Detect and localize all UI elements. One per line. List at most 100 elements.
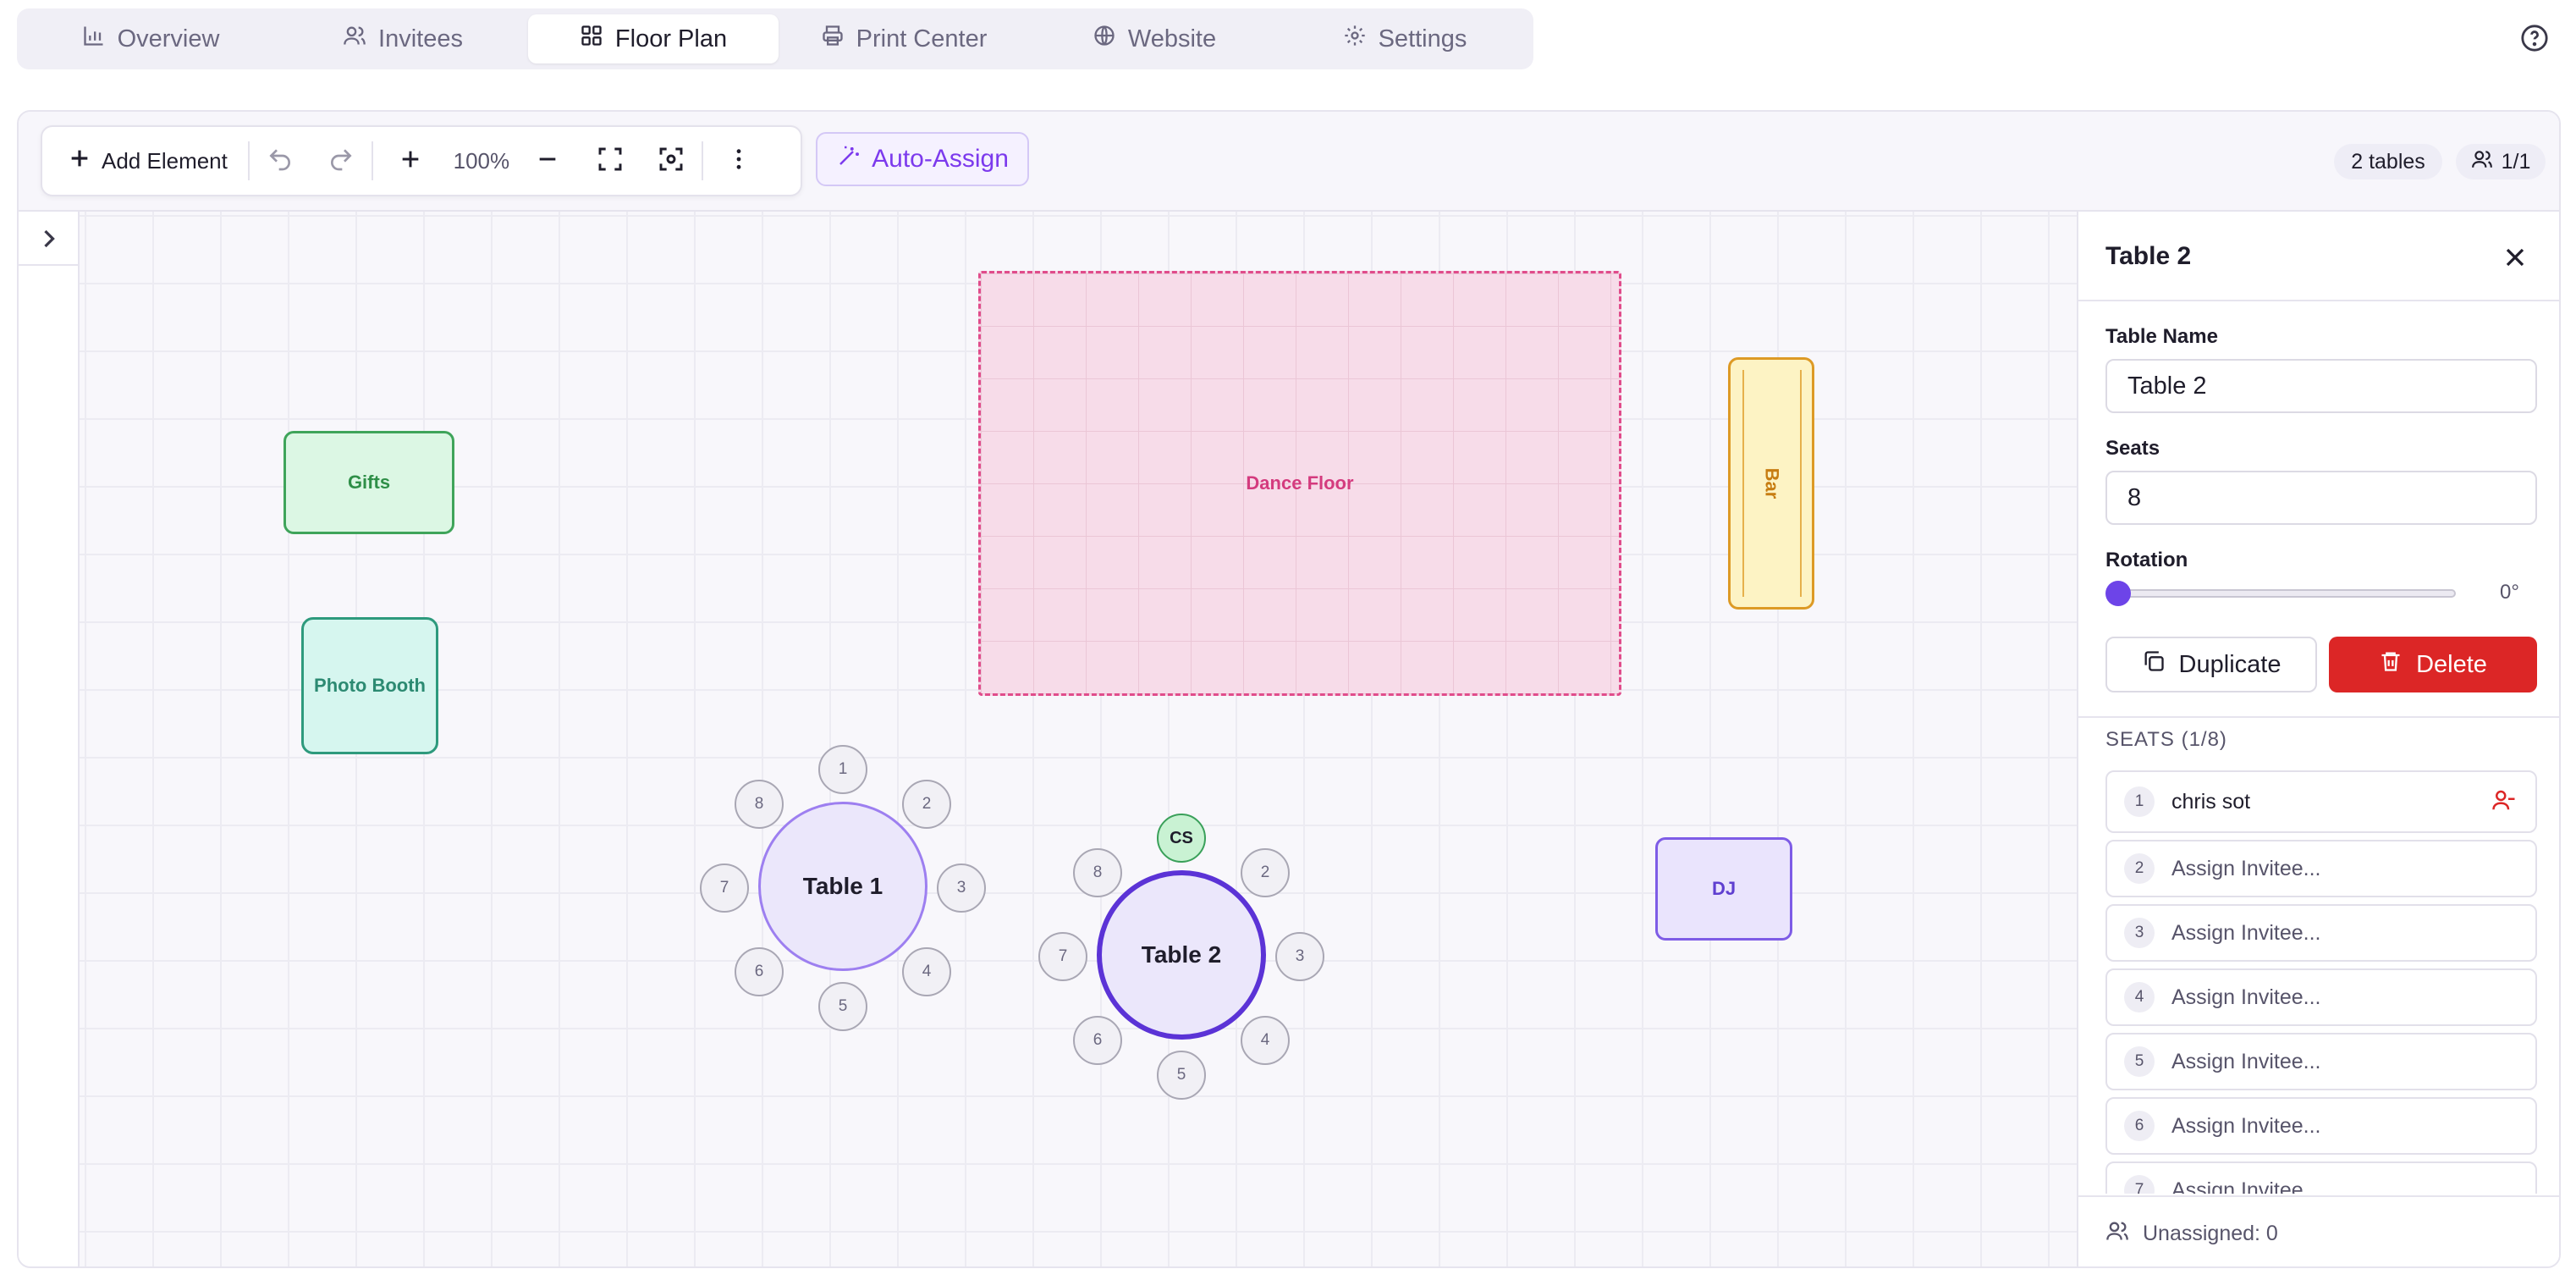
floor-plan-canvas[interactable]: Gifts Photo Booth Dance Floor Bar DJ Tab… [80,212,2077,1266]
plus-icon [66,145,93,178]
seat-assigned[interactable]: CS [1157,814,1206,863]
delete-button[interactable]: Delete [2329,637,2537,692]
magic-wand-icon [836,143,861,175]
seat[interactable]: 2 [1241,848,1290,897]
zoom-out-button[interactable] [515,135,580,186]
tab-website[interactable]: Website [1029,14,1280,63]
users-icon [343,24,366,54]
seat[interactable]: 4 [1241,1016,1290,1065]
slider-track [2117,589,2456,598]
tab-invitees[interactable]: Invitees [278,14,528,63]
help-circle-icon [2520,25,2549,56]
copy-icon [2142,649,2166,680]
slider-thumb[interactable] [2105,581,2131,606]
guests-count-badge: 1/1 [2456,144,2546,179]
tab-label: Invitees [378,25,463,52]
close-panel-button[interactable] [2500,242,2530,273]
element-bar[interactable]: Bar [1728,357,1814,610]
element-photo-booth[interactable]: Photo Booth [301,617,438,754]
tab-label: Floor Plan [614,25,728,52]
rotation-slider[interactable] [2105,581,2461,606]
redo-button[interactable] [311,135,372,186]
add-element-label: Add Element [102,147,228,174]
grid-icon [580,24,603,54]
tab-label: Website [1127,25,1217,52]
guests-count-text: 1/1 [2501,149,2531,174]
assign-invitee-placeholder: Assign Invitee... [2171,985,2321,1009]
seats-label: Seats [2105,437,2160,460]
seat[interactable]: 7 [1038,932,1087,981]
rotation-value: 0° [2500,581,2519,604]
unassigned-footer: Unassigned: 0 [2078,1195,2559,1266]
duplicate-button[interactable]: Duplicate [2105,637,2317,692]
seat[interactable]: 5 [818,982,867,1031]
table-name-label: Table Name [2105,325,2218,348]
seat-assignment-list: 1 chris sot 2 Assign Invitee... 3 Assign… [2105,770,2537,1194]
seat[interactable]: 8 [1073,848,1122,897]
panel-divider [2078,300,2559,301]
tab-settings[interactable]: Settings [1280,14,1530,63]
tables-count-badge: 2 tables [2334,144,2442,179]
seat[interactable]: 3 [1275,932,1324,981]
focus-selection-button[interactable] [641,135,702,186]
users-icon [2471,148,2493,176]
seat-number: 1 [2124,786,2155,817]
seat[interactable]: 3 [937,863,986,913]
element-label: Dance Floor [1246,472,1354,494]
assign-invitee-placeholder: Assign Invitee... [2171,1049,2321,1073]
close-icon [2500,248,2530,276]
add-element-button[interactable]: Add Element [42,135,248,186]
element-label: DJ [1711,878,1737,899]
seat-row[interactable]: 3 Assign Invitee... [2105,904,2537,962]
seat[interactable]: 5 [1157,1051,1206,1100]
more-vertical-icon [725,146,752,177]
expand-sidebar-button[interactable] [34,223,64,254]
panel-title: Table 2 [2105,242,2192,270]
unassign-user-icon[interactable] [2491,787,2517,813]
seat-invitee-name: chris sot [2171,789,2251,814]
more-options-button[interactable] [703,135,774,186]
gear-icon [1343,24,1367,54]
seat-row[interactable]: 1 chris sot [2105,770,2537,833]
seat-row[interactable]: 7 Assign Invitee... [2105,1161,2537,1194]
seat[interactable]: 7 [700,863,749,913]
focus-icon [658,146,685,177]
seat[interactable]: 6 [1073,1016,1122,1065]
element-dance-floor[interactable]: Dance Floor [978,271,1621,696]
zoom-in-button[interactable] [373,135,448,186]
unassigned-count: Unassigned: 0 [2143,1221,2278,1245]
fit-to-screen-button[interactable] [580,135,641,186]
assign-invitee-placeholder: Assign Invitee... [2171,1113,2321,1138]
table-properties-panel: Table 2 Table Name Seats Rotation 0° Dup… [2077,212,2559,1266]
seat-number: 2 [2124,853,2155,884]
seat[interactable]: 6 [735,947,784,996]
assign-invitee-placeholder: Assign Invitee... [2171,920,2321,945]
tab-print-center[interactable]: Print Center [779,14,1029,63]
tab-floor-plan[interactable]: Floor Plan [528,14,779,63]
seats-count-input[interactable] [2105,471,2537,525]
panel-divider [2078,716,2559,718]
element-label: Bar [1761,467,1782,499]
help-button[interactable] [2520,24,2549,52]
seat[interactable]: 4 [902,947,951,996]
tab-overview[interactable]: Overview [24,14,278,63]
seat[interactable]: 1 [818,745,867,794]
maximize-icon [597,146,624,177]
element-gifts[interactable]: Gifts [283,431,454,534]
seat-row[interactable]: 5 Assign Invitee... [2105,1033,2537,1090]
table-1[interactable]: Table 1 [758,802,927,971]
undo-button[interactable] [250,135,311,186]
seat[interactable]: 2 [902,780,951,829]
seat[interactable]: 8 [735,780,784,829]
trash-icon [2379,649,2403,680]
seat-row[interactable]: 2 Assign Invitee... [2105,840,2537,897]
auto-assign-button[interactable]: Auto-Assign [816,132,1029,186]
seat-row[interactable]: 4 Assign Invitee... [2105,968,2537,1026]
table-name-input[interactable] [2105,359,2537,413]
seat-row[interactable]: 6 Assign Invitee... [2105,1097,2537,1155]
element-label: Photo Booth [314,675,426,696]
table-2[interactable]: Table 2 [1097,870,1266,1040]
element-dj[interactable]: DJ [1655,837,1792,941]
seats-section-header: SEATS (1/8) [2105,728,2227,751]
seat-number: 7 [2124,1175,2155,1194]
